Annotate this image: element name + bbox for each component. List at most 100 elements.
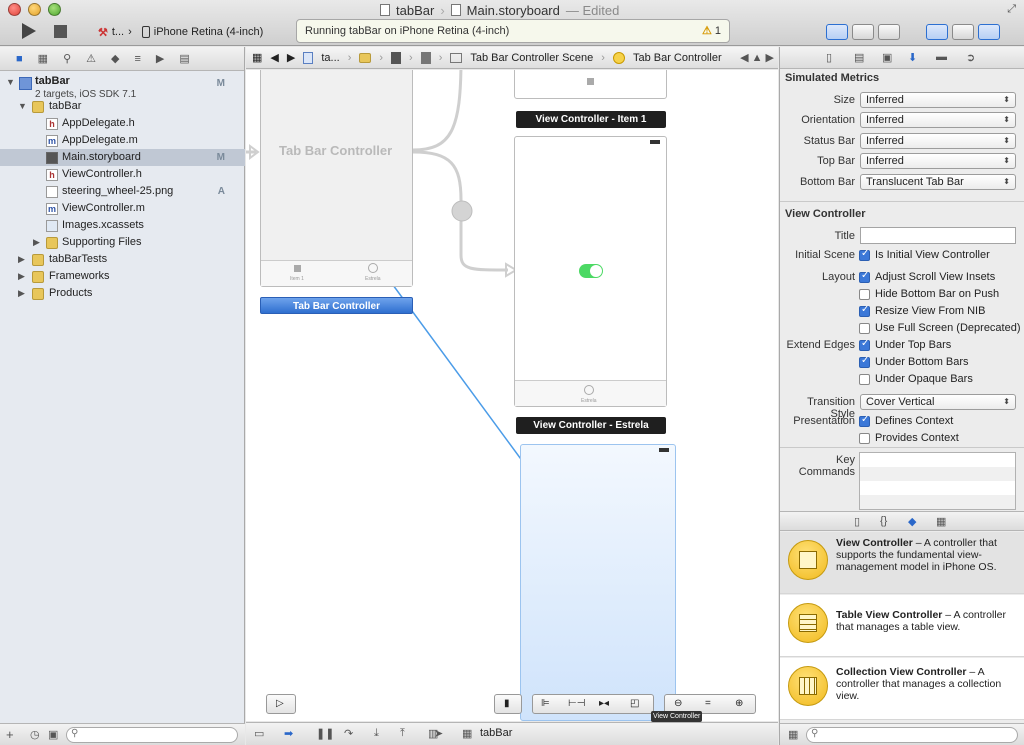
- test-navigator-tab-icon[interactable]: ◆: [111, 52, 119, 65]
- breakpoint-navigator-tab-icon[interactable]: ▶: [156, 52, 164, 65]
- grid-view-icon[interactable]: ▦: [788, 728, 798, 741]
- storyboard-file-icon[interactable]: [420, 51, 431, 64]
- tree-row-file[interactable]: h AppDelegate.h: [0, 115, 245, 132]
- top-bar-select[interactable]: Inferred ⬍: [860, 153, 1016, 169]
- tree-row-group[interactable]: ▶ Products: [0, 285, 245, 302]
- find-navigator-tab-icon[interactable]: ⚲: [63, 52, 71, 65]
- tab-item-icon[interactable]: [294, 265, 301, 272]
- toggle-debug-area-button[interactable]: [952, 24, 974, 40]
- vc-item1-label[interactable]: View Controller - Item 1: [516, 111, 666, 128]
- tree-row-group-tabbar[interactable]: ▼ tabBar: [0, 98, 245, 115]
- step-out-icon[interactable]: ⤒: [400, 727, 405, 740]
- file-inspector-tab-icon[interactable]: ▯: [826, 51, 832, 64]
- tree-row-file[interactable]: m ViewController.m: [0, 200, 245, 217]
- tree-row-group[interactable]: ▶ Supporting Files: [0, 234, 245, 251]
- disclosure-closed-icon[interactable]: ▶: [18, 251, 25, 268]
- hide-debug-area-icon[interactable]: ▭: [254, 727, 264, 740]
- tree-row-group[interactable]: ▶ tabBarTests: [0, 251, 245, 268]
- object-library-icon[interactable]: ◆: [908, 515, 916, 528]
- defines-context-checkbox[interactable]: [859, 414, 870, 427]
- file-template-library-icon[interactable]: ▯: [854, 515, 860, 528]
- tab-bar-controller-scene[interactable]: Tab Bar Controller Item 1 Estrela: [260, 70, 413, 287]
- pin-icon[interactable]: ⊢⊣: [568, 698, 585, 709]
- disclosure-closed-icon[interactable]: ▶: [18, 285, 25, 302]
- zoom-fit-icon[interactable]: =: [705, 698, 711, 709]
- zoom-window-button[interactable]: [48, 3, 61, 16]
- key-commands-table[interactable]: [859, 452, 1016, 510]
- align-icon[interactable]: ⊫: [541, 698, 550, 709]
- fullscreen-icon[interactable]: ⤢: [1007, 3, 1016, 16]
- storyboard-file-icon[interactable]: [391, 51, 402, 64]
- tab-item-icon[interactable]: [368, 263, 378, 273]
- zoom-in-icon[interactable]: ⊕: [735, 698, 743, 709]
- bottom-bar-select[interactable]: Translucent Tab Bar ⬍: [860, 174, 1016, 190]
- version-editor-button[interactable]: [878, 24, 900, 40]
- breakpoints-toggle-icon[interactable]: ➡: [284, 727, 293, 740]
- jump-object[interactable]: Tab Bar Controller: [633, 52, 722, 64]
- project-navigator-tab-icon[interactable]: ■: [16, 53, 23, 65]
- jump-project[interactable]: ta...: [321, 52, 339, 64]
- orientation-select[interactable]: Inferred ⬍: [860, 112, 1016, 128]
- title-field[interactable]: [860, 227, 1016, 244]
- library-item-collection-view-controller[interactable]: Collection View Controller – A controlle…: [780, 658, 1024, 720]
- issue-nav-arrows[interactable]: ◀ ▲ ▶: [740, 51, 774, 64]
- storyboard-canvas[interactable]: Tab Bar Controller Item 1 Estrela Tab Ba…: [246, 70, 778, 721]
- forward-icon[interactable]: ▶: [287, 51, 295, 64]
- symbol-navigator-tab-icon[interactable]: ▦: [38, 52, 48, 65]
- tree-row-group[interactable]: ▶ Frameworks: [0, 268, 245, 285]
- tree-row-file[interactable]: steering_wheel-25.png A: [0, 183, 245, 200]
- tab-bar[interactable]: Item 1 Estrela: [261, 260, 412, 286]
- document-outline-toggle-button[interactable]: ▷: [266, 694, 296, 714]
- vc-estrela-label[interactable]: View Controller - Estrela: [516, 417, 666, 434]
- disclosure-closed-icon[interactable]: ▶: [33, 234, 40, 251]
- connections-inspector-tab-icon[interactable]: ➲: [966, 51, 975, 64]
- tree-row-file[interactable]: h ViewController.h: [0, 166, 245, 183]
- scheme-selector[interactable]: ⚒ t... › iPhone Retina (4-inch): [98, 22, 263, 42]
- tree-row-file[interactable]: m AppDelegate.m: [0, 132, 245, 149]
- provides-context-checkbox[interactable]: [859, 433, 870, 444]
- view-controller-partial-scene[interactable]: [514, 70, 667, 99]
- tab-bar-controller-label[interactable]: Tab Bar Controller: [260, 297, 413, 314]
- under-opaque-bars-checkbox[interactable]: [859, 374, 870, 385]
- disclosure-closed-icon[interactable]: ▶: [18, 268, 25, 285]
- back-icon[interactable]: ◀: [270, 51, 278, 64]
- add-icon[interactable]: +: [6, 727, 14, 742]
- zoom-out-icon[interactable]: ⊖: [674, 698, 682, 709]
- assistant-editor-button[interactable]: [852, 24, 874, 40]
- initial-vc-checkbox[interactable]: [859, 248, 870, 261]
- resize-from-nib-checkbox[interactable]: [859, 304, 870, 317]
- run-button[interactable]: [22, 23, 36, 39]
- related-items-icon[interactable]: ▦: [252, 51, 262, 64]
- code-snippet-library-icon[interactable]: {}: [880, 515, 887, 527]
- view-controller-estrela-scene[interactable]: [520, 444, 676, 721]
- minimize-window-button[interactable]: [28, 3, 41, 16]
- full-screen-checkbox[interactable]: [859, 323, 870, 334]
- stop-button[interactable]: [54, 25, 67, 38]
- attributes-inspector-tab-icon[interactable]: ⬇: [908, 51, 917, 64]
- resolve-icon[interactable]: ▸◂: [599, 698, 609, 709]
- library-search-input[interactable]: ⚲: [806, 727, 1018, 743]
- issue-navigator-tab-icon[interactable]: ⚠: [86, 52, 96, 65]
- under-bottom-bars-checkbox[interactable]: [859, 355, 870, 368]
- size-inspector-tab-icon[interactable]: ▬: [936, 51, 947, 63]
- library-item-view-controller[interactable]: View Controller – A controller that supp…: [780, 532, 1024, 594]
- log-navigator-tab-icon[interactable]: ▤: [179, 52, 189, 65]
- recent-files-icon[interactable]: ◷: [30, 728, 40, 741]
- warning-count[interactable]: ⚠ 1: [702, 24, 721, 37]
- size-select[interactable]: Inferred ⬍: [860, 92, 1016, 108]
- disclosure-open-icon[interactable]: ▼: [6, 77, 15, 87]
- resizing-icon[interactable]: ◰: [630, 698, 639, 709]
- pause-icon[interactable]: ❚❚: [316, 727, 334, 740]
- library-item-table-view-controller[interactable]: Table View Controller – A controller tha…: [780, 595, 1024, 657]
- disclosure-open-icon[interactable]: ▼: [18, 98, 27, 115]
- view-controller-item1-scene[interactable]: Estrela: [514, 136, 667, 407]
- size-class-button[interactable]: ▮: [494, 694, 522, 714]
- step-in-icon[interactable]: ⤓: [374, 727, 379, 740]
- standard-editor-button[interactable]: [826, 24, 848, 40]
- tree-row-file[interactable]: Images.xcassets: [0, 217, 245, 234]
- media-library-icon[interactable]: ▦: [936, 515, 946, 528]
- adjust-scroll-checkbox[interactable]: [859, 270, 870, 283]
- toggle-switch[interactable]: [579, 264, 603, 278]
- location-icon[interactable]: ➤: [434, 727, 443, 740]
- transition-style-select[interactable]: Cover Vertical ⬍: [860, 394, 1016, 410]
